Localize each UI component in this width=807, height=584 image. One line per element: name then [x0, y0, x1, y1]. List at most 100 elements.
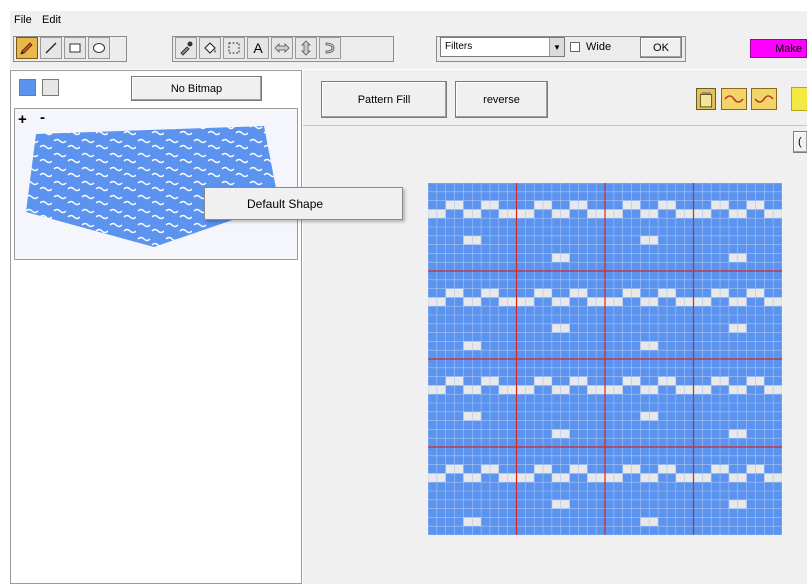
grid-cell-light	[596, 473, 605, 483]
pattern-grid[interactable]	[428, 183, 782, 535]
grid-cell-light	[454, 200, 464, 210]
context-menu: Default Shape	[204, 187, 403, 220]
grid-cell-light	[463, 235, 473, 245]
grid-cell-light	[649, 517, 659, 527]
grid-cell-light	[587, 209, 597, 219]
paint-bucket-icon[interactable]	[199, 37, 221, 59]
grid-cell-light	[631, 464, 641, 474]
shape-preview-image	[26, 126, 279, 247]
grid-cell-light	[666, 288, 676, 298]
no-bitmap-button[interactable]: No Bitmap	[131, 76, 262, 101]
filters-select-value: Filters	[445, 41, 473, 52]
pattern-icon-2[interactable]	[751, 88, 777, 110]
grid-cell-light	[684, 297, 694, 307]
primary-color-swatch[interactable]	[19, 79, 36, 96]
clipboard-icon[interactable]	[696, 88, 716, 110]
grid-cell-light	[755, 376, 765, 386]
reverse-button[interactable]: reverse	[455, 81, 548, 118]
chevron-down-icon[interactable]: ▼	[549, 38, 564, 56]
grid-cell-light	[649, 297, 659, 307]
grid-cell-light	[693, 473, 703, 483]
eyedropper-icon[interactable]	[175, 37, 197, 59]
grid-cell-light	[428, 473, 437, 483]
grid-cell-light	[445, 288, 455, 298]
grid-cell-light	[560, 323, 570, 333]
flip-vertical-icon[interactable]	[295, 37, 317, 59]
grid-cell-light	[755, 464, 765, 474]
grid-cell-light	[693, 209, 703, 219]
selection-icon[interactable]	[223, 37, 245, 59]
text-icon[interactable]: A	[247, 37, 269, 59]
wide-checkbox[interactable]	[570, 42, 580, 52]
grid-cell-light	[489, 376, 499, 386]
grid-cell-light	[728, 323, 738, 333]
grid-cell-light	[428, 209, 437, 219]
grid-cell-light	[640, 411, 650, 421]
ok-button[interactable]: OK	[640, 37, 682, 58]
menu-file[interactable]: File	[14, 14, 32, 26]
grid-cell-light	[472, 473, 482, 483]
grid-cell-light	[622, 376, 632, 386]
grid-cell-light	[516, 297, 526, 307]
grid-cell-light	[472, 209, 482, 219]
grid-cell-light	[631, 200, 641, 210]
grid-cell-light	[560, 253, 570, 263]
context-menu-default-shape[interactable]: Default Shape	[247, 197, 323, 211]
grid-cell-light	[463, 517, 473, 527]
ellipse-icon[interactable]	[88, 37, 110, 59]
grid-cell-light	[649, 411, 659, 421]
grid-cell-light	[551, 499, 561, 509]
grid-cell-light	[737, 209, 747, 219]
grid-cell-light	[613, 209, 623, 219]
grid-cell-light	[560, 385, 570, 395]
grid-cell-light	[507, 385, 517, 395]
grid-cell-light	[684, 209, 694, 219]
grid-cell-light	[525, 473, 535, 483]
grid-cell-light	[658, 200, 667, 210]
grid-cell-light	[516, 473, 526, 483]
grid-cell-light	[640, 209, 650, 219]
grid-cell-light	[463, 341, 473, 351]
grid-cell-light	[578, 376, 588, 386]
filters-select[interactable]: Filters ▼	[440, 37, 565, 57]
grid-cell-light	[622, 200, 632, 210]
grid-cell-light	[773, 209, 782, 219]
line-icon[interactable]	[40, 37, 62, 59]
grid-cell-light	[658, 464, 667, 474]
grid-cell-light	[728, 385, 738, 395]
flip-horizontal-icon[interactable]	[271, 37, 293, 59]
grid-cell-light	[525, 385, 535, 395]
pattern-icon-1[interactable]	[721, 88, 747, 110]
grid-cell-light	[436, 297, 446, 307]
grid-cell-light	[560, 297, 570, 307]
grid-cell-light	[728, 297, 738, 307]
menu-edit[interactable]: Edit	[42, 14, 61, 26]
grid-cell-light	[640, 341, 650, 351]
grid-cell-light	[605, 209, 614, 219]
grid-cell-light	[534, 464, 544, 474]
pencil-icon[interactable]	[16, 37, 38, 59]
grid-cell-light	[640, 235, 650, 245]
make-button[interactable]: Make	[750, 39, 807, 58]
grid-cell-light	[507, 297, 517, 307]
rotate-icon[interactable]	[319, 37, 341, 59]
grid-cell-light	[666, 464, 676, 474]
grid-cell-light	[551, 473, 561, 483]
grid-cell-light	[693, 297, 703, 307]
yellow-color-button[interactable]	[791, 87, 807, 111]
grid-cell-light	[472, 297, 482, 307]
grid-cell-light	[728, 253, 738, 263]
rectangle-icon[interactable]	[64, 37, 86, 59]
grid-cell-light	[622, 288, 632, 298]
grid-cell-light	[587, 473, 597, 483]
grid-cell-light	[463, 385, 473, 395]
partial-button[interactable]: (	[793, 131, 807, 153]
grid-cell-light	[605, 473, 614, 483]
grid-cell-light	[711, 376, 721, 386]
grid-cell-light	[472, 411, 482, 421]
secondary-color-swatch[interactable]	[42, 79, 59, 96]
pattern-fill-button[interactable]: Pattern Fill	[321, 81, 447, 118]
grid-cell-light	[684, 385, 694, 395]
grid-cell-light	[746, 376, 756, 386]
grid-cell-light	[569, 200, 579, 210]
